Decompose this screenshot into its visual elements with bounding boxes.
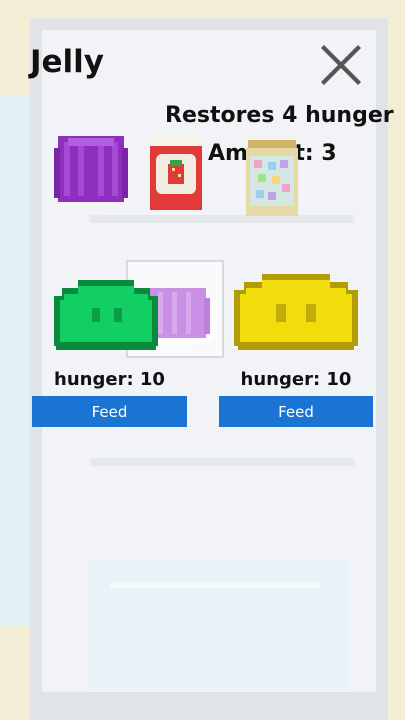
inventory-item-jam[interactable] xyxy=(148,134,204,216)
jelly-icon xyxy=(45,136,137,213)
jam-jar-icon xyxy=(150,136,202,210)
pet-green-slime[interactable] xyxy=(52,278,160,358)
pet-hunger-label: hunger: 10 xyxy=(54,369,165,390)
slime-icon xyxy=(234,274,358,350)
close-icon xyxy=(321,45,361,85)
close-button[interactable] xyxy=(318,42,364,88)
page-title: Jelly xyxy=(30,44,105,80)
slime-icon xyxy=(54,280,158,350)
inventory-item-jelly[interactable] xyxy=(42,130,140,218)
feed-button[interactable]: Feed xyxy=(32,396,187,427)
pet-hunger-label: hunger: 10 xyxy=(240,369,352,390)
feed-button[interactable]: Feed xyxy=(219,396,373,427)
inventory-item-candy[interactable] xyxy=(244,138,300,224)
item-description: Restores 4 hunger xyxy=(165,103,394,128)
candy-bag-icon xyxy=(246,140,298,216)
pet-yellow-slime[interactable] xyxy=(232,272,360,358)
